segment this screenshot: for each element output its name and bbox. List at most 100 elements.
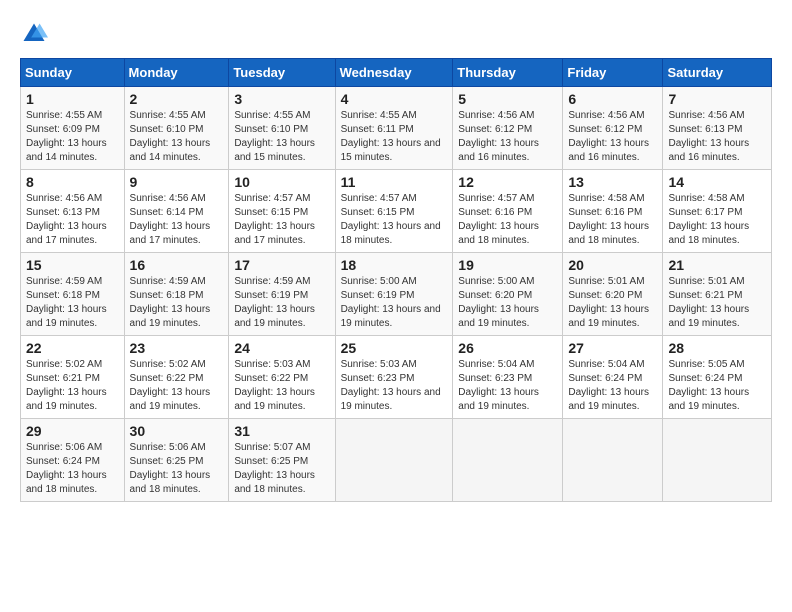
col-header-thursday: Thursday	[453, 59, 563, 87]
calendar-cell: 20Sunrise: 5:01 AMSunset: 6:20 PMDayligh…	[563, 253, 663, 336]
day-number: 1	[26, 91, 119, 107]
logo-icon	[20, 20, 48, 48]
calendar-week-4: 22 Sunrise: 5:02 AMSunset: 6:21 PMDayligh…	[21, 336, 772, 419]
day-number: 25	[341, 340, 448, 356]
day-number: 31	[234, 423, 329, 439]
day-number: 19	[458, 257, 557, 273]
day-number: 12	[458, 174, 557, 190]
calendar-cell: 5Sunrise: 4:56 AMSunset: 6:12 PMDaylight…	[453, 87, 563, 170]
day-number: 17	[234, 257, 329, 273]
calendar-cell: 3Sunrise: 4:55 AMSunset: 6:10 PMDaylight…	[229, 87, 335, 170]
calendar-cell: 30 Sunrise: 5:06 AMSunset: 6:25 PMDayligh…	[124, 419, 229, 502]
day-detail: Sunrise: 4:56 AMSunset: 6:13 PMDaylight:…	[668, 110, 749, 163]
calendar-cell: 6 Sunrise: 4:56 AMSunset: 6:12 PMDaylight…	[563, 87, 663, 170]
day-detail: Sunrise: 4:55 AMSunset: 6:10 PMDaylight:…	[130, 110, 211, 163]
day-detail: Sunrise: 4:58 AMSunset: 6:16 PMDaylight:…	[568, 193, 649, 246]
calendar-cell: 17 Sunrise: 4:59 AMSunset: 6:19 PMDayligh…	[229, 253, 335, 336]
day-number: 8	[26, 174, 119, 190]
day-detail: Sunrise: 4:59 AMSunset: 6:19 PMDaylight:…	[234, 276, 315, 329]
day-number: 23	[130, 340, 224, 356]
day-detail: Sunrise: 4:59 AMSunset: 6:18 PMDaylight:…	[130, 276, 211, 329]
day-detail: Sunrise: 4:59 AMSunset: 6:18 PMDaylight:…	[26, 276, 107, 329]
calendar-table: SundayMondayTuesdayWednesdayThursdayFrid…	[20, 58, 772, 502]
calendar-cell: 9 Sunrise: 4:56 AMSunset: 6:14 PMDaylight…	[124, 170, 229, 253]
day-number: 16	[130, 257, 224, 273]
day-number: 29	[26, 423, 119, 439]
calendar-cell: 14 Sunrise: 4:58 AMSunset: 6:17 PMDayligh…	[663, 170, 772, 253]
day-number: 15	[26, 257, 119, 273]
day-detail: Sunrise: 4:56 AMSunset: 6:12 PMDaylight:…	[458, 110, 539, 163]
calendar-cell: 21Sunrise: 5:01 AMSunset: 6:21 PMDayligh…	[663, 253, 772, 336]
logo	[20, 20, 52, 48]
day-number: 6	[568, 91, 657, 107]
calendar-week-2: 8 Sunrise: 4:56 AMSunset: 6:13 PMDaylight…	[21, 170, 772, 253]
col-header-monday: Monday	[124, 59, 229, 87]
day-number: 28	[668, 340, 766, 356]
calendar-cell: 15 Sunrise: 4:59 AMSunset: 6:18 PMDayligh…	[21, 253, 125, 336]
day-detail: Sunrise: 4:56 AMSunset: 6:14 PMDaylight:…	[130, 193, 211, 246]
calendar-cell: 16 Sunrise: 4:59 AMSunset: 6:18 PMDayligh…	[124, 253, 229, 336]
calendar-cell: 19 Sunrise: 5:00 AMSunset: 6:20 PMDayligh…	[453, 253, 563, 336]
calendar-cell: 24 Sunrise: 5:03 AMSunset: 6:22 PMDayligh…	[229, 336, 335, 419]
col-header-saturday: Saturday	[663, 59, 772, 87]
calendar-cell	[335, 419, 453, 502]
calendar-cell: 26 Sunrise: 5:04 AMSunset: 6:23 PMDayligh…	[453, 336, 563, 419]
day-number: 2	[130, 91, 224, 107]
day-number: 27	[568, 340, 657, 356]
calendar-cell: 13 Sunrise: 4:58 AMSunset: 6:16 PMDayligh…	[563, 170, 663, 253]
day-detail: Sunrise: 5:04 AMSunset: 6:23 PMDaylight:…	[458, 359, 539, 412]
calendar-cell	[663, 419, 772, 502]
day-detail: Sunrise: 5:02 AMSunset: 6:21 PMDaylight:…	[26, 359, 107, 412]
day-detail: Sunrise: 4:57 AMSunset: 6:15 PMDaylight:…	[234, 193, 315, 246]
calendar-cell	[453, 419, 563, 502]
day-number: 18	[341, 257, 448, 273]
day-number: 26	[458, 340, 557, 356]
calendar-cell: 7Sunrise: 4:56 AMSunset: 6:13 PMDaylight…	[663, 87, 772, 170]
day-detail: Sunrise: 4:57 AMSunset: 6:15 PMDaylight:…	[341, 193, 441, 246]
day-number: 3	[234, 91, 329, 107]
day-number: 9	[130, 174, 224, 190]
page-header	[20, 20, 772, 48]
calendar-cell: 11Sunrise: 4:57 AMSunset: 6:15 PMDayligh…	[335, 170, 453, 253]
day-detail: Sunrise: 5:03 AMSunset: 6:22 PMDaylight:…	[234, 359, 315, 412]
day-detail: Sunrise: 4:57 AMSunset: 6:16 PMDaylight:…	[458, 193, 539, 246]
calendar-week-3: 15 Sunrise: 4:59 AMSunset: 6:18 PMDayligh…	[21, 253, 772, 336]
calendar-cell: 28 Sunrise: 5:05 AMSunset: 6:24 PMDayligh…	[663, 336, 772, 419]
day-number: 10	[234, 174, 329, 190]
col-header-sunday: Sunday	[21, 59, 125, 87]
day-number: 24	[234, 340, 329, 356]
calendar-week-1: 1Sunrise: 4:55 AMSunset: 6:09 PMDaylight…	[21, 87, 772, 170]
calendar-cell: 10 Sunrise: 4:57 AMSunset: 6:15 PMDayligh…	[229, 170, 335, 253]
day-detail: Sunrise: 4:56 AMSunset: 6:13 PMDaylight:…	[26, 193, 107, 246]
calendar-cell: 1Sunrise: 4:55 AMSunset: 6:09 PMDaylight…	[21, 87, 125, 170]
day-detail: Sunrise: 5:02 AMSunset: 6:22 PMDaylight:…	[130, 359, 211, 412]
day-detail: Sunrise: 5:00 AMSunset: 6:19 PMDaylight:…	[341, 276, 441, 329]
col-header-wednesday: Wednesday	[335, 59, 453, 87]
day-detail: Sunrise: 5:07 AMSunset: 6:25 PMDaylight:…	[234, 442, 315, 495]
calendar-cell: 18 Sunrise: 5:00 AMSunset: 6:19 PMDayligh…	[335, 253, 453, 336]
calendar-cell: 4 Sunrise: 4:55 AMSunset: 6:11 PMDaylight…	[335, 87, 453, 170]
day-detail: Sunrise: 5:00 AMSunset: 6:20 PMDaylight:…	[458, 276, 539, 329]
day-number: 22	[26, 340, 119, 356]
col-header-friday: Friday	[563, 59, 663, 87]
calendar-cell: 22 Sunrise: 5:02 AMSunset: 6:21 PMDayligh…	[21, 336, 125, 419]
day-detail: Sunrise: 5:06 AMSunset: 6:24 PMDaylight:…	[26, 442, 107, 495]
calendar-cell: 31 Sunrise: 5:07 AMSunset: 6:25 PMDayligh…	[229, 419, 335, 502]
day-detail: Sunrise: 5:04 AMSunset: 6:24 PMDaylight:…	[568, 359, 649, 412]
day-detail: Sunrise: 4:55 AMSunset: 6:11 PMDaylight:…	[341, 110, 441, 163]
day-detail: Sunrise: 4:56 AMSunset: 6:12 PMDaylight:…	[568, 110, 649, 163]
day-detail: Sunrise: 5:05 AMSunset: 6:24 PMDaylight:…	[668, 359, 749, 412]
calendar-cell: 8 Sunrise: 4:56 AMSunset: 6:13 PMDaylight…	[21, 170, 125, 253]
day-detail: Sunrise: 5:03 AMSunset: 6:23 PMDaylight:…	[341, 359, 441, 412]
calendar-cell: 12 Sunrise: 4:57 AMSunset: 6:16 PMDayligh…	[453, 170, 563, 253]
day-number: 13	[568, 174, 657, 190]
col-header-tuesday: Tuesday	[229, 59, 335, 87]
day-detail: Sunrise: 5:06 AMSunset: 6:25 PMDaylight:…	[130, 442, 211, 495]
calendar-cell: 27 Sunrise: 5:04 AMSunset: 6:24 PMDayligh…	[563, 336, 663, 419]
day-detail: Sunrise: 4:58 AMSunset: 6:17 PMDaylight:…	[668, 193, 749, 246]
calendar-cell: 29 Sunrise: 5:06 AMSunset: 6:24 PMDayligh…	[21, 419, 125, 502]
day-number: 4	[341, 91, 448, 107]
day-number: 30	[130, 423, 224, 439]
day-number: 14	[668, 174, 766, 190]
calendar-week-5: 29 Sunrise: 5:06 AMSunset: 6:24 PMDayligh…	[21, 419, 772, 502]
